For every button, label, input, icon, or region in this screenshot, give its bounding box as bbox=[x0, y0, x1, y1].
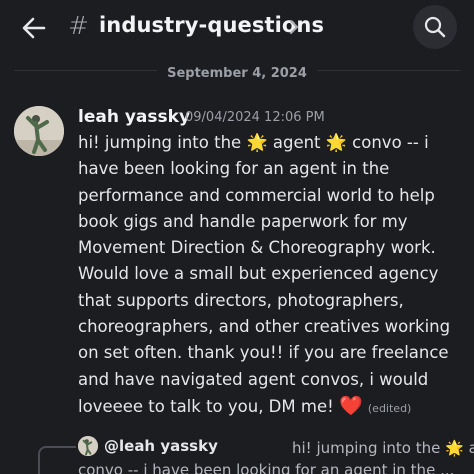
arrow-left-icon bbox=[22, 17, 46, 39]
chat-screen: # industry-questions September 4, 2024 l… bbox=[0, 0, 474, 474]
back-button[interactable] bbox=[18, 12, 50, 44]
chevron-right-icon[interactable] bbox=[289, 19, 299, 35]
reply-connector bbox=[38, 446, 76, 474]
author-avatar[interactable] bbox=[14, 106, 64, 156]
star-emoji-icon: 🌟 bbox=[246, 133, 268, 153]
channel-header: # industry-questions bbox=[0, 0, 474, 56]
message-text-3: convo -- i have been looking for an agen… bbox=[78, 133, 451, 416]
message-author[interactable]: leah yassky bbox=[78, 107, 190, 127]
edited-label: (edited) bbox=[367, 401, 412, 415]
avatar-photo-icon bbox=[14, 106, 64, 156]
date-divider-label: September 4, 2024 bbox=[157, 66, 317, 81]
message-timestamp: 09/04/2024 12:06 PM bbox=[185, 110, 325, 125]
reply-text-2: agent bbox=[468, 439, 474, 457]
message-text-1: hi! jumping into the bbox=[78, 133, 247, 152]
search-button[interactable] bbox=[413, 5, 457, 49]
reply-text-1: hi! jumping into the bbox=[292, 439, 446, 457]
reply-text-3: convo -- i have been looking for an agen… bbox=[78, 461, 455, 474]
reply-preview[interactable]: hi! jumping into the 🌟 agent 🌟 convo -- … bbox=[78, 437, 474, 474]
heart-emoji-icon: ❤️ bbox=[338, 394, 363, 417]
message-text-2: agent bbox=[267, 133, 326, 152]
search-icon bbox=[424, 16, 446, 38]
star-emoji-icon: 🌟 bbox=[325, 133, 347, 153]
star-emoji-icon: 🌟 bbox=[445, 439, 464, 457]
channel-hash-icon: # bbox=[68, 11, 89, 40]
date-divider: September 4, 2024 bbox=[0, 62, 474, 81]
message-body: hi! jumping into the 🌟 agent 🌟 convo -- … bbox=[78, 130, 470, 422]
